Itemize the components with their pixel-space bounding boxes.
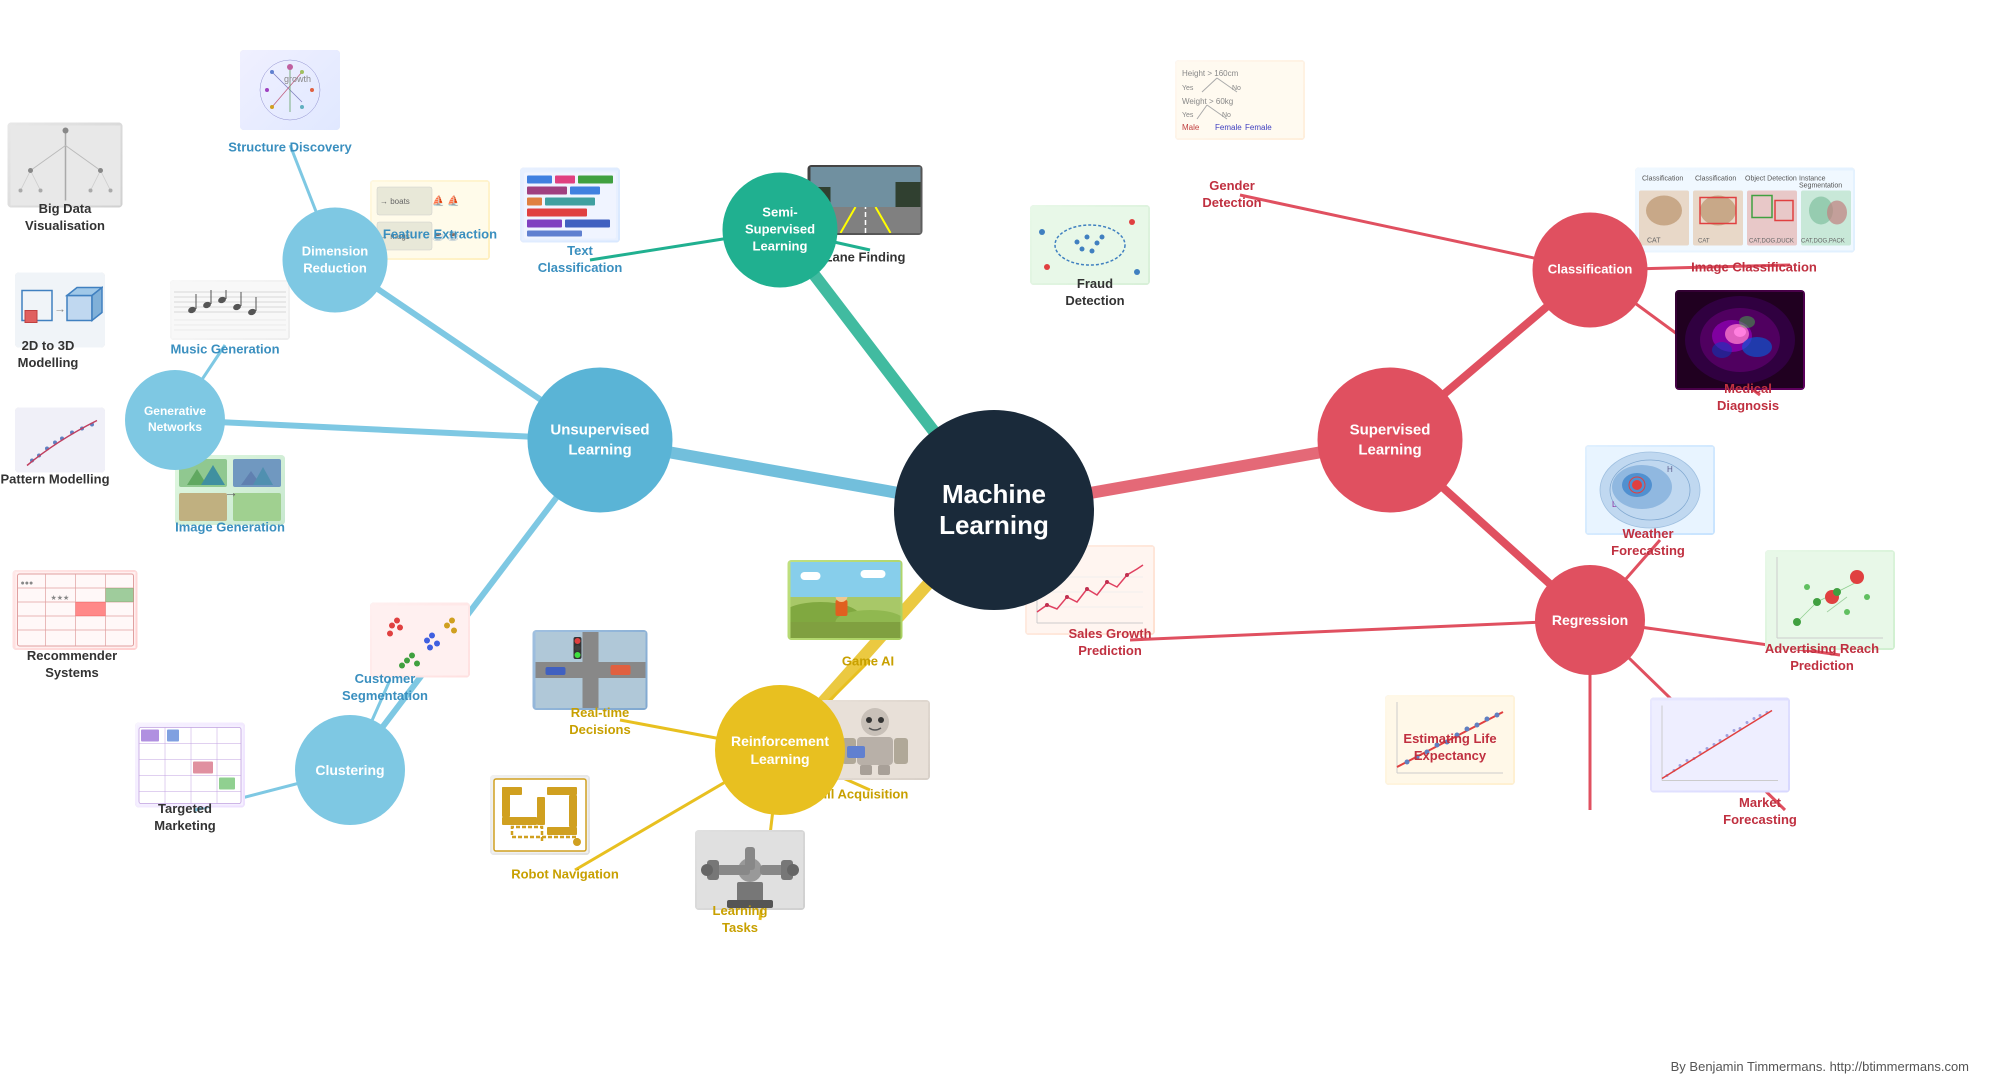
svg-text:CAT: CAT — [1647, 237, 1661, 244]
svg-text:CAT: CAT — [1698, 238, 1710, 244]
thumb-pattern-modelling — [15, 408, 105, 473]
svg-text:H: H — [1667, 465, 1673, 474]
thumb-feature-extraction: → boats → mugs ⛵ ☕ ⛵ ☕ — [370, 180, 490, 260]
svg-text:L: L — [1612, 500, 1617, 509]
svg-text:Classification: Classification — [1642, 175, 1683, 182]
label-pattern-modelling: Pattern Modelling — [0, 472, 109, 489]
svg-text:Instance: Instance — [1799, 175, 1826, 182]
node-regression: Regression — [1535, 565, 1645, 675]
svg-text:Classification: Classification — [1695, 175, 1736, 182]
node-supervised: SupervisedLearning — [1318, 368, 1463, 513]
node-classification-label: Classification — [1548, 262, 1633, 279]
thumb-fraud-detection — [1030, 205, 1150, 285]
svg-text:Female: Female — [1245, 123, 1272, 132]
node-reinforcement-label: ReinforcementLearning — [731, 732, 829, 768]
label-sales-growth: Sales GrowthPrediction — [1068, 626, 1151, 660]
svg-text:→ boats: → boats — [380, 197, 410, 206]
svg-text:●●●: ●●● — [20, 580, 33, 587]
label-market-forecasting: MarketForecasting — [1723, 795, 1797, 829]
svg-text:CAT,DOG,DUCK: CAT,DOG,DUCK — [1749, 238, 1794, 244]
thumb-customer-seg — [370, 603, 470, 678]
thumb-music-generation — [170, 280, 290, 340]
svg-text:Male: Male — [1182, 123, 1200, 132]
svg-text:growth: growth — [284, 74, 311, 84]
label-2d-3d: 2D to 3DModelling — [18, 338, 79, 372]
node-regression-label: Regression — [1552, 611, 1628, 629]
node-semi-label: Semi-SupervisedLearning — [745, 205, 815, 256]
node-main-label: Machine Learning — [939, 479, 1049, 541]
node-generative-label: GenerativeNetworks — [144, 404, 206, 435]
node-semi-supervised: Semi-SupervisedLearning — [723, 173, 838, 288]
svg-text:No: No — [1232, 85, 1241, 92]
svg-text:Object Detection: Object Detection — [1745, 175, 1797, 182]
svg-text:→: → — [54, 301, 66, 315]
thumb-market-forecasting — [1650, 698, 1790, 793]
thumb-realtime-decisions — [533, 630, 648, 710]
mind-map-container: Machine Learning UnsupervisedLearning Su… — [0, 0, 1989, 1084]
svg-text:Female: Female — [1215, 123, 1242, 132]
label-fraud-detection: FraudDetection — [1065, 276, 1124, 310]
svg-text:Height > 160cm: Height > 160cm — [1182, 69, 1239, 78]
node-reinforcement: ReinforcementLearning — [715, 685, 845, 815]
label-feature-extraction: Feature Extraction — [383, 227, 497, 244]
svg-text:→: → — [224, 484, 238, 500]
label-text-class: TextClassification — [538, 243, 623, 277]
label-realtime: Real-timeDecisions — [569, 705, 630, 739]
label-gender-detection: GenderDetection — [1202, 178, 1261, 212]
label-music-generation: Music Generation — [170, 342, 279, 359]
label-robot-nav: Robot Navigation — [511, 867, 619, 884]
svg-text:Segmentation: Segmentation — [1799, 182, 1842, 189]
label-adreach: Advertising ReachPrediction — [1765, 641, 1879, 675]
svg-text:No: No — [1222, 112, 1231, 119]
attribution: By Benjamin Timmermans. http://btimmerma… — [1671, 1059, 1969, 1074]
thumb-big-data — [8, 123, 123, 208]
node-clustering-label: Clustering — [315, 761, 384, 779]
svg-text:⛵: ⛵ — [432, 194, 444, 207]
svg-text:CAT,DOG,PACK: CAT,DOG,PACK — [1801, 238, 1845, 244]
svg-text:★★★: ★★★ — [50, 594, 69, 602]
thumb-text-classification — [520, 168, 620, 243]
label-image-generation: Image Generation — [175, 520, 285, 537]
node-dimension-reduction: DimensionReduction — [283, 208, 388, 313]
node-unsupervised: UnsupervisedLearning — [528, 368, 673, 513]
thumb-robot-navigation — [490, 775, 590, 855]
node-dim-label: DimensionReduction — [302, 243, 368, 277]
node-machine-learning: Machine Learning — [894, 410, 1094, 610]
label-customer-seg: CustomerSegmentation — [342, 671, 428, 705]
svg-text:Weight > 60kg: Weight > 60kg — [1182, 97, 1233, 106]
label-game-ai: Game AI — [842, 654, 894, 671]
thumb-image-classification: Classification Classification Object Det… — [1635, 168, 1855, 253]
svg-text:Yes: Yes — [1182, 112, 1194, 119]
thumb-adreach — [1765, 550, 1895, 650]
node-clustering: Clustering — [295, 715, 405, 825]
thumb-targeted-marketing — [135, 723, 245, 808]
node-unsupervised-label: UnsupervisedLearning — [550, 421, 649, 460]
node-supervised-label: SupervisedLearning — [1350, 421, 1431, 460]
thumb-recommender: ●●● ★★★ — [13, 570, 138, 650]
thumb-gender-detection: Height > 160cm Yes No Weight > 60kg Yes … — [1175, 60, 1305, 140]
label-medical-diagnosis: MedicalDiagnosis — [1717, 381, 1779, 415]
thumb-weather-forecasting: H L — [1585, 445, 1715, 535]
label-image-classification: Image Classification — [1691, 260, 1817, 277]
svg-text:Yes: Yes — [1182, 85, 1194, 92]
thumb-structure-discovery: growth — [240, 50, 340, 130]
thumb-2d-3d: → — [15, 273, 105, 348]
thumb-learning-tasks — [695, 830, 805, 910]
node-classification: Classification — [1533, 213, 1648, 328]
label-big-data: Big DataVisualisation — [25, 201, 105, 235]
node-generative-networks: GenerativeNetworks — [125, 370, 225, 470]
thumb-game-ai — [788, 560, 903, 640]
thumb-medical-diagnosis — [1675, 290, 1805, 390]
label-targeted: TargetedMarketing — [154, 801, 215, 835]
label-structure-discovery: Structure Discovery — [228, 140, 352, 157]
label-recommender: RecommenderSystems — [27, 648, 117, 682]
label-weather-forecasting: WeatherForecasting — [1611, 526, 1685, 560]
label-learning-tasks: LearningTasks — [713, 903, 768, 937]
svg-text:⛵: ⛵ — [447, 194, 459, 207]
label-life-expectancy: Estimating LifeExpectancy — [1403, 731, 1496, 765]
label-lane-finding: Lane Finding — [825, 250, 906, 267]
